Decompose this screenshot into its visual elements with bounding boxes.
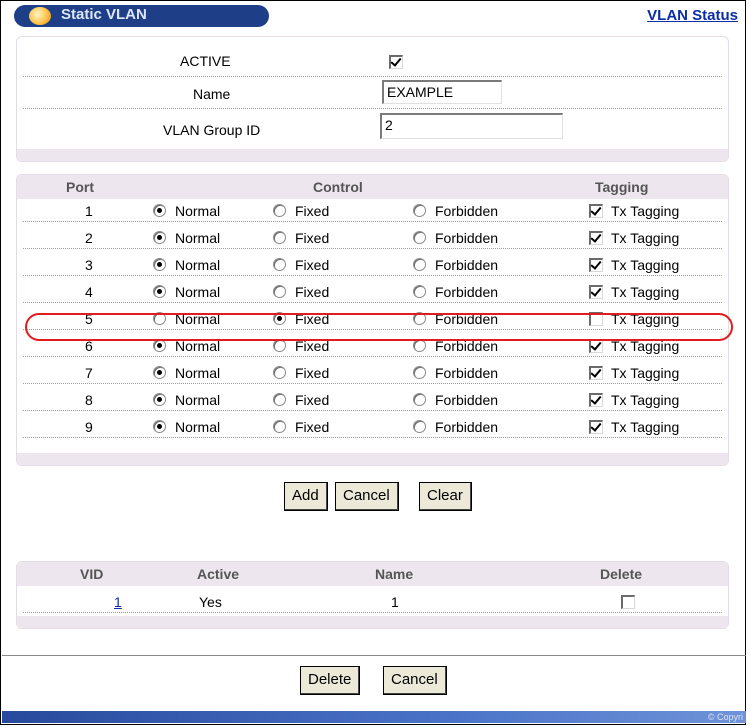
port-number: 7 — [85, 365, 93, 381]
control-forbidden-label: Forbidden — [435, 203, 499, 219]
control-forbidden-label: Forbidden — [435, 230, 499, 246]
tx-tagging-label: Tx Tagging — [611, 257, 680, 273]
port-number: 8 — [85, 392, 93, 408]
control-forbidden-radio[interactable] — [413, 258, 426, 271]
vlan-id-link[interactable]: 1 — [114, 594, 122, 610]
control-fixed-radio[interactable] — [273, 393, 286, 406]
clear-button[interactable]: Clear — [419, 482, 472, 511]
control-forbidden-label: Forbidden — [435, 257, 499, 273]
control-normal-radio[interactable] — [153, 366, 166, 379]
tx-tagging-checkbox[interactable] — [589, 258, 603, 272]
name-header: Name — [375, 566, 414, 582]
active-checkbox[interactable] — [389, 55, 403, 69]
control-forbidden-radio[interactable] — [413, 204, 426, 217]
control-fixed-label: Fixed — [295, 365, 330, 381]
port-number: 9 — [85, 419, 93, 435]
control-fixed-label: Fixed — [295, 203, 330, 219]
port-number: 1 — [85, 203, 93, 219]
control-normal-radio[interactable] — [153, 393, 166, 406]
control-forbidden-radio[interactable] — [413, 231, 426, 244]
port-number: 3 — [85, 257, 93, 273]
control-normal-label: Normal — [175, 419, 221, 435]
control-forbidden-label: Forbidden — [435, 284, 499, 300]
control-fixed-radio[interactable] — [273, 204, 286, 217]
control-header: Control — [313, 179, 363, 195]
control-forbidden-label: Forbidden — [435, 392, 499, 408]
control-normal-radio[interactable] — [153, 258, 166, 271]
vlan-settings-panel: ACTIVE Name EXAMPLE VLAN Group ID 2 — [16, 36, 729, 162]
control-fixed-label: Fixed — [295, 284, 330, 300]
vlan-status-link[interactable]: VLAN Status — [647, 7, 738, 24]
control-normal-radio[interactable] — [153, 204, 166, 217]
tx-tagging-checkbox[interactable] — [589, 393, 603, 407]
control-normal-radio[interactable] — [153, 285, 166, 298]
tx-tagging-label: Tx Tagging — [611, 230, 680, 246]
control-forbidden-label: Forbidden — [435, 419, 499, 435]
port-5-highlight — [25, 313, 733, 341]
tx-tagging-label: Tx Tagging — [611, 392, 680, 408]
control-normal-radio[interactable] — [153, 231, 166, 244]
control-forbidden-radio[interactable] — [413, 366, 426, 379]
control-normal-label: Normal — [175, 365, 221, 381]
control-normal-label: Normal — [175, 230, 221, 246]
active-label: ACTIVE — [180, 53, 231, 69]
control-fixed-radio[interactable] — [273, 366, 286, 379]
bottom-cancel-button[interactable]: Cancel — [383, 666, 447, 695]
delete-checkbox[interactable] — [621, 595, 635, 609]
active-header: Active — [197, 566, 240, 582]
vlan-name-value: 1 — [391, 594, 399, 610]
control-normal-label: Normal — [175, 284, 221, 300]
vid-header: VID — [80, 566, 104, 582]
tagging-header: Tagging — [595, 179, 649, 195]
control-fixed-label: Fixed — [295, 257, 330, 273]
tx-tagging-checkbox[interactable] — [589, 204, 603, 218]
page-title: Static VLAN — [61, 6, 147, 23]
name-input[interactable]: EXAMPLE — [382, 80, 502, 104]
tx-tagging-label: Tx Tagging — [611, 365, 680, 381]
cancel-button[interactable]: Cancel — [335, 482, 399, 511]
port-number: 2 — [85, 230, 93, 246]
vlan-active-value: Yes — [199, 594, 222, 610]
tx-tagging-checkbox[interactable] — [589, 420, 603, 434]
control-fixed-label: Fixed — [295, 419, 330, 435]
group-id-input[interactable]: 2 — [380, 113, 563, 139]
tx-tagging-checkbox[interactable] — [589, 231, 603, 245]
control-normal-radio[interactable] — [153, 420, 166, 433]
control-fixed-radio[interactable] — [273, 258, 286, 271]
name-label: Name — [193, 86, 231, 102]
group-id-label: VLAN Group ID — [163, 122, 261, 138]
control-forbidden-label: Forbidden — [435, 365, 499, 381]
control-fixed-label: Fixed — [295, 230, 330, 246]
control-normal-label: Normal — [175, 257, 221, 273]
port-header: Port — [66, 179, 94, 195]
tx-tagging-label: Tx Tagging — [611, 419, 680, 435]
copyright-text: © Copyri — [707, 712, 743, 722]
tx-tagging-checkbox[interactable] — [589, 366, 603, 380]
control-fixed-radio[interactable] — [273, 420, 286, 433]
tx-tagging-label: Tx Tagging — [611, 284, 680, 300]
tx-tagging-label: Tx Tagging — [611, 203, 680, 219]
delete-header: Delete — [600, 566, 643, 582]
static-vlan-window: Static VLAN VLAN Status ACTIVE Name EXAM… — [0, 0, 746, 725]
add-button[interactable]: Add — [284, 482, 328, 511]
control-fixed-radio[interactable] — [273, 285, 286, 298]
vlan-list-panel: VID Active Name Delete 1 Yes 1 — [16, 561, 729, 629]
control-fixed-radio[interactable] — [273, 231, 286, 244]
tx-tagging-checkbox[interactable] — [589, 339, 603, 353]
bulb-icon — [29, 7, 51, 25]
footer-bar: © Copyri — [2, 711, 746, 723]
control-forbidden-radio[interactable] — [413, 420, 426, 433]
delete-button[interactable]: Delete — [300, 666, 361, 695]
control-fixed-label: Fixed — [295, 392, 330, 408]
tx-tagging-checkbox[interactable] — [589, 285, 603, 299]
control-normal-label: Normal — [175, 392, 221, 408]
control-normal-label: Normal — [175, 203, 221, 219]
control-forbidden-radio[interactable] — [413, 285, 426, 298]
control-forbidden-radio[interactable] — [413, 393, 426, 406]
port-number: 4 — [85, 284, 93, 300]
